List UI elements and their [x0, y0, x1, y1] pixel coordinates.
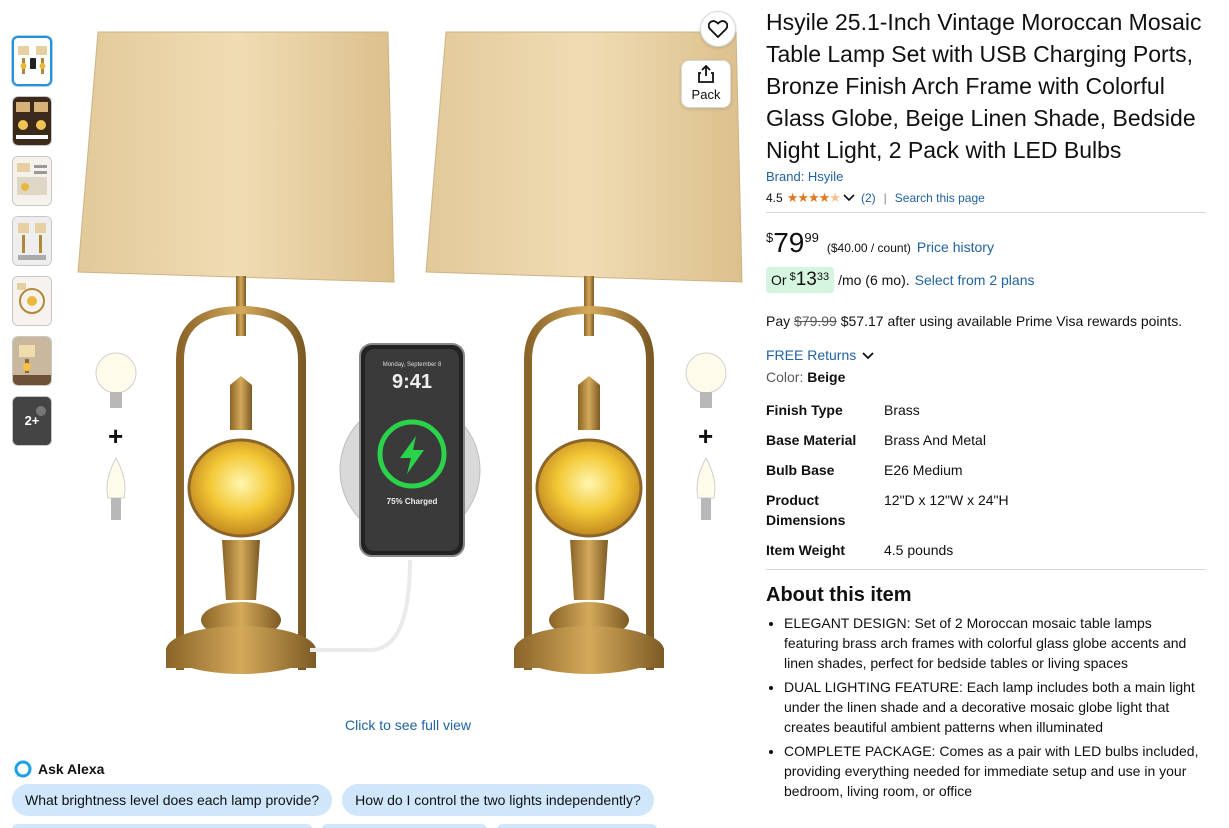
specs-table: Finish Type Brass Base Material Brass An…	[766, 397, 1206, 567]
table-row: Base Material Brass And Metal	[766, 427, 1206, 457]
wireless-charger-phone: Monday, September 8 9:41 75% Charged	[310, 343, 481, 652]
full-view-link[interactable]: Click to see full view	[345, 717, 471, 733]
returns-label: FREE Returns	[766, 347, 857, 363]
price-fraction: 99	[804, 230, 819, 245]
spec-value: Brass And Metal	[884, 432, 986, 448]
more-images-count: 2+	[24, 413, 40, 428]
spec-value: 4.5 pounds	[884, 542, 954, 558]
table-row: Product Dimensions 12"D x 12"W x 24"H	[766, 487, 1206, 537]
spec-value: Brass	[884, 402, 920, 418]
brand-link[interactable]: Brand: Hsyile	[766, 169, 1206, 184]
thumbnail-3[interactable]	[12, 156, 52, 206]
monthly-prefix: Or	[771, 272, 787, 288]
price-history-link[interactable]: Price history	[917, 239, 994, 255]
thumbnail-5[interactable]	[12, 276, 52, 326]
spec-key: Product Dimensions	[766, 492, 846, 528]
prime-text: $57.17 after using available Prime Visa …	[840, 313, 1183, 329]
thumbnail-strip: 2+	[12, 36, 52, 456]
star-rating-icon[interactable]: ★★★★★	[787, 190, 841, 206]
about-heading: About this item	[766, 584, 912, 606]
table-row: Bulb Base E26 Medium	[766, 457, 1206, 487]
rating-row: 4.5 ★★★★★ (2) | Search this page	[766, 190, 1206, 213]
about-bullets: ELEGANT DESIGN: Set of 2 Moroccan mosaic…	[766, 613, 1206, 801]
monthly-fraction: 33	[816, 271, 830, 283]
share-label: Pack	[691, 87, 721, 102]
pay-label: Pay	[766, 313, 791, 329]
thumbnail-2[interactable]	[12, 96, 52, 146]
price: $ 79 99 ($40.00 / count) Price history	[766, 227, 1206, 259]
main-product-image[interactable]: + + Monday, September 8 9:41 75% Charged	[70, 10, 750, 700]
chevron-down-icon	[862, 352, 874, 360]
alexa-question-partial[interactable]	[12, 824, 312, 828]
spec-key: Base Material	[766, 432, 857, 448]
product-details: Hsyile 25.1-Inch Vintage Moroccan Mosaic…	[766, 6, 1206, 805]
rating-value: 4.5	[766, 191, 783, 205]
svg-text:+: +	[698, 421, 713, 451]
phone-status: 75% Charged	[387, 497, 438, 506]
prime-visa-offer: Pay $79.99 $57.17 after using available …	[766, 313, 1206, 329]
bulb-icons-left: +	[95, 352, 137, 520]
left-lamp	[77, 31, 395, 674]
share-button[interactable]: Pack	[681, 60, 731, 108]
monthly-whole: 13	[795, 269, 817, 290]
monthly-payment: Or $ 13 33 /mo (6 mo). Select from 2 pla…	[766, 267, 1206, 293]
alexa-icon	[14, 760, 32, 778]
old-price: $79.99	[794, 313, 837, 329]
table-row: Finish Type Brass	[766, 397, 1206, 427]
free-returns-link[interactable]: FREE Returns	[766, 347, 1206, 363]
alexa-question-partial[interactable]	[497, 824, 657, 828]
price-per-count: ($40.00 / count)	[826, 241, 911, 255]
spec-key: Item Weight	[766, 542, 846, 558]
product-title: Hsyile 25.1-Inch Vintage Moroccan Mosaic…	[766, 9, 1202, 163]
search-page-link[interactable]: Search this page	[895, 191, 985, 205]
select-plans-link[interactable]: Select from 2 plans	[915, 272, 1035, 288]
favorite-button[interactable]	[700, 11, 736, 47]
alexa-question-partial[interactable]	[322, 824, 487, 828]
rating-count-link[interactable]: (2)	[861, 191, 876, 205]
ask-alexa: Ask Alexa	[14, 760, 104, 778]
thumbnail-4[interactable]	[12, 216, 52, 266]
divider	[766, 569, 1206, 570]
thumbnail-6[interactable]	[12, 336, 52, 386]
table-row: Item Weight 4.5 pounds	[766, 537, 1206, 567]
list-item: COMPLETE PACKAGE: Comes as a pair with L…	[784, 741, 1206, 801]
heart-icon	[708, 20, 728, 38]
spec-key: Finish Type	[766, 402, 843, 418]
spec-value: E26 Medium	[884, 462, 963, 478]
share-icon	[698, 64, 714, 83]
color-value: Beige	[807, 369, 846, 385]
color-selection: Color: Beige	[766, 369, 1206, 385]
alexa-title: Ask Alexa	[38, 761, 105, 777]
price-whole: 79	[773, 227, 805, 258]
price-currency: $	[766, 230, 774, 245]
right-lamp	[425, 31, 743, 674]
list-item: ELEGANT DESIGN: Set of 2 Moroccan mosaic…	[784, 613, 1206, 673]
alexa-question-2[interactable]: How do I control the two lights independ…	[342, 784, 654, 816]
thumbnail-more[interactable]: 2+	[12, 396, 52, 446]
spec-key: Bulb Base	[766, 462, 835, 478]
phone-time: 9:41	[392, 371, 432, 393]
spec-value: 12"D x 12"W x 24"H	[884, 492, 1009, 508]
list-item: DUAL LIGHTING FEATURE: Each lamp include…	[784, 677, 1206, 737]
monthly-currency: $	[789, 271, 796, 283]
monthly-suffix: /mo (6 mo).	[838, 272, 910, 288]
alexa-questions: What brightness level does each lamp pro…	[12, 784, 654, 816]
thumbnail-1[interactable]	[12, 36, 52, 86]
alexa-question-1[interactable]: What brightness level does each lamp pro…	[12, 784, 333, 816]
bulb-icons-right: +	[685, 352, 727, 520]
phone-date: Monday, September 8	[383, 362, 442, 368]
color-label: Color:	[766, 369, 804, 385]
alexa-questions-overflow	[12, 824, 657, 828]
svg-text:+: +	[108, 421, 123, 451]
separator: |	[883, 191, 887, 205]
chevron-down-icon[interactable]	[843, 193, 855, 203]
monthly-badge: Or $ 13 33	[766, 267, 835, 293]
